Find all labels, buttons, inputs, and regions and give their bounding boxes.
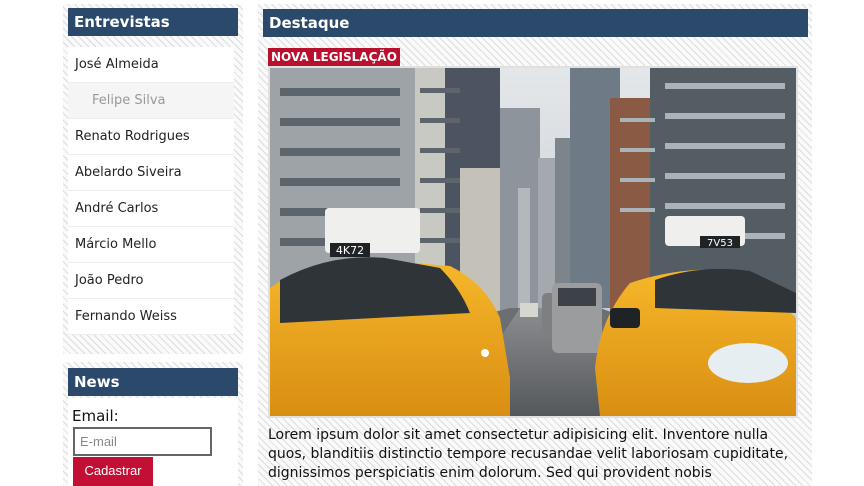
list-item[interactable]: Márcio Mello — [68, 227, 234, 263]
list-item[interactable]: Fernando Weiss — [68, 299, 234, 335]
list-item[interactable]: José Almeida — [68, 47, 234, 83]
list-item[interactable]: André Carlos — [68, 191, 234, 227]
article-text: Lorem ipsum dolor sit amet consectetur a… — [268, 427, 789, 481]
news-title: News — [68, 368, 238, 396]
taxi-left-code: 4K72 — [336, 244, 364, 257]
interviews-title: Entrevistas — [68, 8, 238, 36]
email-field[interactable]: E-mail — [73, 427, 212, 456]
list-item[interactable]: João Pedro — [68, 263, 234, 299]
interviews-list: José Almeida Felipe Silva Renato Rodrigu… — [68, 47, 234, 335]
taxi-street-photo: 4K72 7V53 — [270, 68, 796, 416]
page-title: Destaque — [263, 9, 808, 37]
category-badge[interactable]: NOVA LEGISLAÇÃO — [268, 48, 400, 66]
list-item[interactable]: Abelardo Siveira — [68, 155, 234, 191]
email-label: Email: — [72, 407, 119, 425]
featured-image[interactable]: 4K72 7V53 — [268, 66, 798, 418]
list-item[interactable]: Renato Rodrigues — [68, 119, 234, 155]
list-item[interactable]: Felipe Silva — [68, 83, 234, 119]
taxi-right-code: 7V53 — [707, 238, 733, 249]
subscribe-button[interactable]: Cadastrar — [73, 457, 153, 486]
